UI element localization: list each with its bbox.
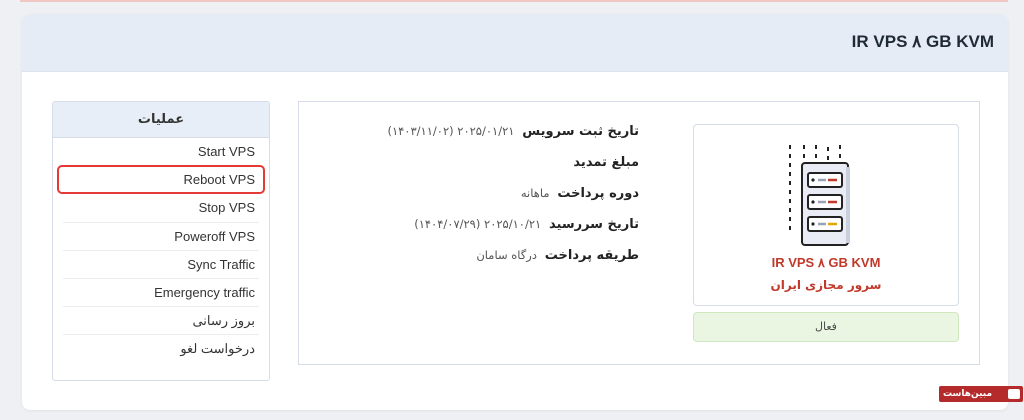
registration-date-value: ۲۰۲۵/۰۱/۲۱ (۱۴۰۳/۱۱/۰۲) — [387, 124, 515, 138]
action-cancel-request[interactable]: درخواست لغو — [63, 335, 259, 363]
service-card: IR VPS ۸ GB KVM عملیات Start VPS Reboot … — [22, 14, 1008, 410]
action-update[interactable]: بروز رسانی — [63, 307, 259, 336]
card-header: IR VPS ۸ GB KVM — [22, 14, 1008, 72]
payment-method-label: طریقه پرداخت — [544, 248, 639, 263]
payment-method-row: طریقه پرداخت درگاه سامان — [339, 248, 639, 279]
billing-cycle-value: ماهانه — [520, 186, 550, 200]
billing-cycle-label: دوره پرداخت — [557, 186, 639, 201]
action-poweroff-vps[interactable]: Poweroff VPS — [63, 223, 259, 251]
action-start-vps[interactable]: Start VPS — [63, 138, 259, 167]
payment-method-value: درگاه سامان — [476, 248, 537, 262]
action-stop-vps[interactable]: Stop VPS — [63, 194, 259, 223]
renewal-amount-row: مبلغ تمدید — [339, 155, 639, 186]
service-info: تاریخ ثبت سرویس ۲۰۲۵/۰۱/۲۱ (۱۴۰۳/۱۱/۰۲) … — [339, 124, 639, 279]
action-emergency-traffic[interactable]: Emergency traffic — [63, 279, 259, 308]
actions-list: Start VPS Reboot VPS Stop VPS Poweroff V… — [53, 138, 269, 364]
registration-date-row: تاریخ ثبت سرویس ۲۰۲۵/۰۱/۲۱ (۱۴۰۳/۱۱/۰۲) — [339, 124, 639, 155]
actions-heading: عملیات — [53, 102, 269, 138]
product-name: IR VPS ۸ GB KVM — [771, 255, 881, 270]
registration-date-label: تاریخ ثبت سرویس — [522, 124, 639, 139]
product-card: IR VPS ۸ GB KVM سرور مجازی ایران — [693, 124, 959, 306]
action-sync-traffic[interactable]: Sync Traffic — [63, 251, 259, 279]
service-details-panel: تاریخ ثبت سرویس ۲۰۲۵/۰۱/۲۱ (۱۴۰۳/۱۱/۰۲) … — [298, 101, 980, 365]
server-rack-icon — [789, 145, 850, 246]
status-badge: فعال — [693, 312, 959, 342]
due-date-label: تاریخ سررسید — [549, 217, 639, 232]
brand-mark-icon — [1008, 389, 1020, 399]
due-date-value: ۲۰۲۵/۱۰/۲۱ (۱۴۰۴/۰۷/۲۹) — [414, 217, 542, 231]
brand-text: مبین‌هاست — [943, 389, 993, 399]
action-reboot-vps[interactable]: Reboot VPS — [57, 165, 265, 195]
product-group: سرور مجازی ایران — [770, 278, 882, 292]
page-title: IR VPS ۸ GB KVM — [851, 32, 994, 51]
brand-logo: مبین‌هاست — [939, 386, 1023, 402]
due-date-row: تاریخ سررسید ۲۰۲۵/۱۰/۲۱ (۱۴۰۴/۰۷/۲۹) — [339, 217, 639, 248]
actions-panel: عملیات Start VPS Reboot VPS Stop VPS Pow… — [52, 101, 270, 381]
billing-cycle-row: دوره پرداخت ماهانه — [339, 186, 639, 217]
renewal-amount-label: مبلغ تمدید — [573, 155, 639, 170]
top-divider — [20, 0, 1008, 2]
